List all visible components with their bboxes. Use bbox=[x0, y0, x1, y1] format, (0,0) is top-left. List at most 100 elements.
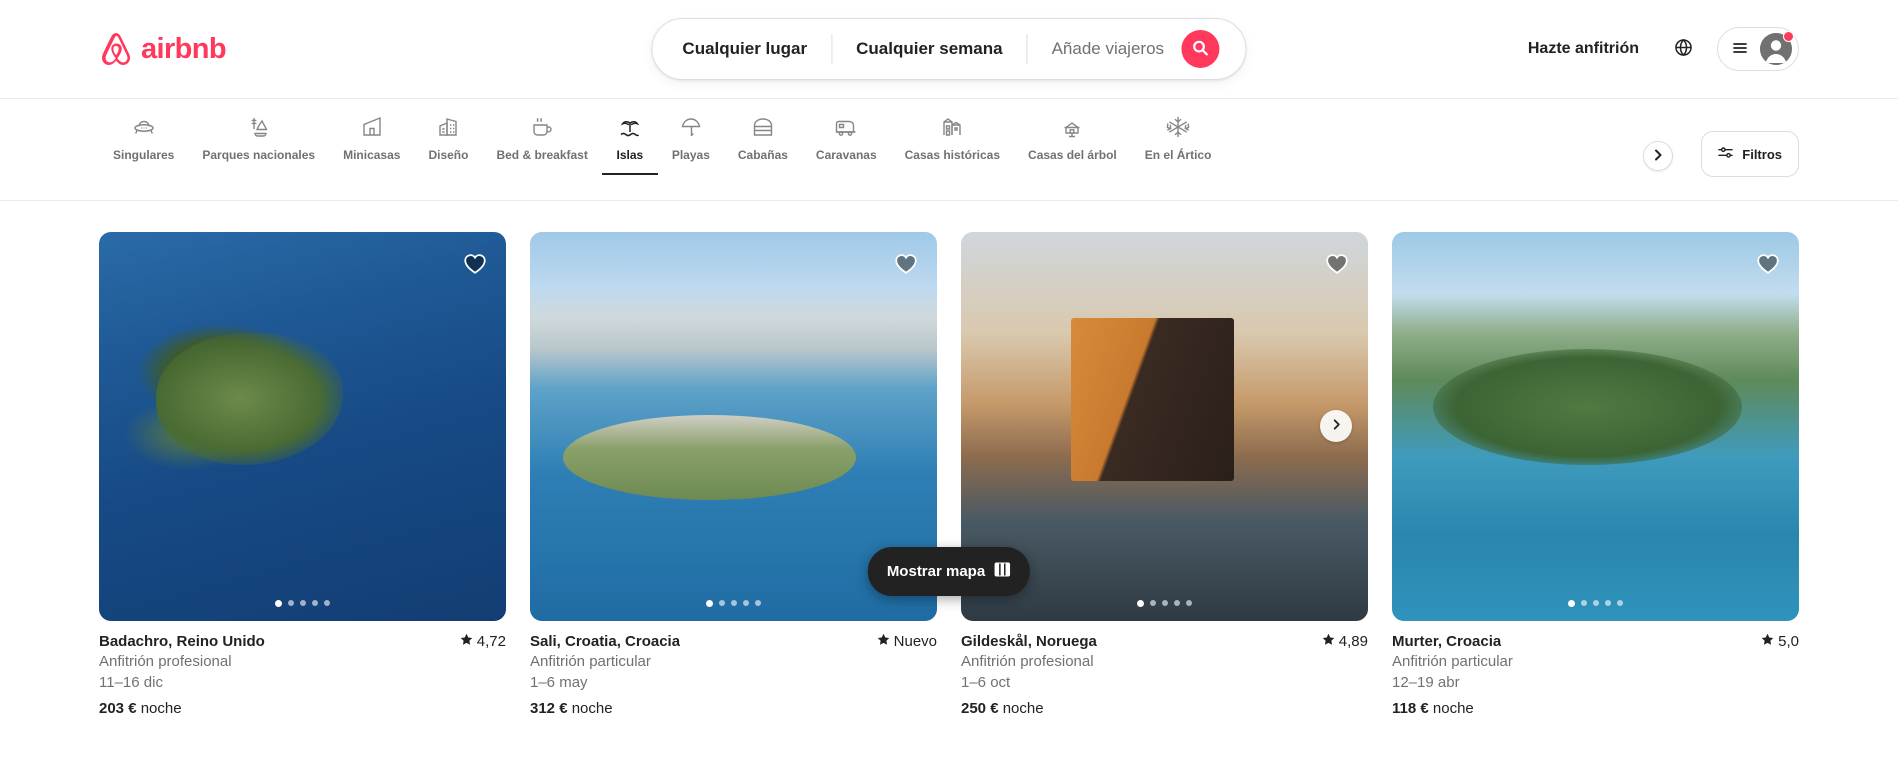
category-label: En el Ártico bbox=[1144, 148, 1212, 162]
search-guests-segment[interactable] bbox=[1028, 19, 1238, 79]
globe-icon bbox=[1674, 38, 1692, 59]
snowflake-icon bbox=[1166, 115, 1190, 139]
listing-dates: 1–6 may bbox=[530, 673, 588, 691]
carousel-dot[interactable] bbox=[1605, 599, 1611, 606]
listing-rating-value: 5,0 bbox=[1778, 632, 1799, 650]
listing-card[interactable]: Gildeskål, Noruega 4,89 Anfitrión profes… bbox=[961, 232, 1368, 717]
carousel-dot[interactable] bbox=[743, 599, 749, 606]
listing-photo bbox=[99, 232, 506, 621]
listing-rating: 5,0 bbox=[1761, 633, 1799, 650]
category-en-el-artico[interactable]: En el Ártico bbox=[1131, 109, 1226, 175]
carousel-dot[interactable] bbox=[288, 599, 294, 606]
search-dates-segment[interactable]: Cualquier semana bbox=[832, 19, 1026, 79]
listing-rating: Nuevo bbox=[877, 633, 937, 650]
listing-title: Sali, Croatia, Croacia bbox=[530, 632, 681, 650]
category-bed-breakfast[interactable]: Bed & breakfast bbox=[482, 109, 601, 175]
listing-card[interactable]: Murter, Croacia 5,0 Anfitrión particular… bbox=[1392, 232, 1799, 717]
listing-photo-carousel[interactable] bbox=[99, 232, 506, 621]
category-caravanas[interactable]: Caravanas bbox=[802, 109, 891, 175]
favorite-heart-icon[interactable] bbox=[460, 248, 490, 278]
listing-rating-value: Nuevo bbox=[893, 632, 937, 650]
category-scroller[interactable]: Singulares Parques nacionales Minicasas bbox=[99, 99, 1799, 175]
notification-dot bbox=[1783, 31, 1794, 42]
chevron-right-icon bbox=[1652, 149, 1664, 164]
star-icon bbox=[1761, 633, 1774, 650]
favorite-heart-icon[interactable] bbox=[1322, 248, 1352, 278]
listing-photo bbox=[1392, 232, 1799, 621]
ufo-icon bbox=[132, 115, 156, 139]
search-location-segment[interactable]: Cualquier lugar bbox=[652, 19, 831, 79]
filters-button[interactable]: Filtros bbox=[1701, 131, 1799, 177]
show-map-button[interactable]: Mostrar mapa bbox=[867, 547, 1031, 596]
become-host-link[interactable]: Hazte anfitrión bbox=[1512, 28, 1655, 70]
listing-rating-value: 4,72 bbox=[476, 632, 506, 650]
carousel-dot[interactable] bbox=[1581, 599, 1587, 606]
carousel-dot[interactable] bbox=[1150, 599, 1156, 606]
category-singulares[interactable]: Singulares bbox=[99, 109, 188, 175]
listing-price-amount: 250 € bbox=[961, 699, 999, 717]
category-diseno[interactable]: Diseño bbox=[414, 109, 482, 175]
category-next-button[interactable] bbox=[1643, 141, 1673, 171]
category-label: Caravanas bbox=[815, 148, 877, 162]
carousel-dots bbox=[1392, 599, 1799, 607]
category-parques-nacionales[interactable]: Parques nacionales bbox=[188, 109, 329, 175]
listing-rating: 4,72 bbox=[460, 633, 506, 650]
category-label: Diseño bbox=[428, 148, 469, 162]
favorite-heart-icon[interactable] bbox=[1753, 248, 1783, 278]
carousel-dot[interactable] bbox=[1617, 599, 1623, 606]
carousel-dots bbox=[530, 599, 937, 607]
carousel-dot[interactable] bbox=[1174, 599, 1180, 606]
listing-host-type: Anfitrión particular bbox=[530, 652, 651, 670]
category-label: Minicasas bbox=[343, 148, 401, 162]
favorite-heart-icon[interactable] bbox=[891, 248, 921, 278]
search-submit-button[interactable] bbox=[1181, 30, 1220, 68]
carousel-dot[interactable] bbox=[719, 599, 725, 606]
camper-van-icon bbox=[834, 115, 858, 139]
listing-host-type: Anfitrión particular bbox=[1392, 652, 1513, 670]
category-cabanas[interactable]: Cabañas bbox=[724, 109, 802, 175]
profile-menu-button[interactable] bbox=[1717, 27, 1799, 71]
header-right-actions: Hazte anfitrión bbox=[1512, 27, 1799, 71]
carousel-dot[interactable] bbox=[755, 599, 761, 606]
search-bar[interactable]: Cualquier lugar Cualquier semana bbox=[651, 18, 1247, 80]
category-islas[interactable]: Islas bbox=[601, 109, 658, 175]
category-casas-del-arbol[interactable]: Casas del árbol bbox=[1014, 109, 1131, 175]
listing-photo-carousel[interactable] bbox=[1392, 232, 1799, 621]
carousel-dot[interactable] bbox=[1568, 599, 1575, 607]
show-map-label: Mostrar mapa bbox=[886, 563, 986, 580]
listing-card[interactable]: Badachro, Reino Unido 4,72 Anfitrión pro… bbox=[99, 232, 506, 717]
carousel-dot[interactable] bbox=[300, 599, 306, 606]
carousel-dots bbox=[961, 599, 1368, 607]
carousel-dot[interactable] bbox=[275, 599, 282, 607]
carousel-dot[interactable] bbox=[324, 599, 330, 606]
category-minicasas[interactable]: Minicasas bbox=[329, 109, 414, 175]
language-globe-button[interactable] bbox=[1661, 27, 1705, 71]
island-palm-icon bbox=[618, 115, 642, 139]
listing-price: 250 € noche bbox=[961, 700, 1368, 717]
listing-info: Badachro, Reino Unido 4,72 Anfitrión pro… bbox=[99, 621, 506, 717]
carousel-dot[interactable] bbox=[1137, 599, 1144, 607]
category-casas-historicas[interactable]: Casas históricas bbox=[891, 109, 1014, 175]
airbnb-wordmark: airbnb bbox=[141, 32, 227, 65]
carousel-dot[interactable] bbox=[1593, 599, 1599, 606]
listing-host-type: Anfitrión profesional bbox=[961, 652, 1094, 670]
avatar bbox=[1760, 31, 1794, 65]
carousel-dot[interactable] bbox=[706, 599, 713, 607]
listing-card[interactable]: Sali, Croatia, Croacia Nuevo Anfitrión p… bbox=[530, 232, 937, 717]
carousel-dot[interactable] bbox=[1162, 599, 1168, 606]
search-guests-input[interactable] bbox=[1051, 39, 1182, 59]
carousel-dot[interactable] bbox=[1186, 599, 1192, 606]
category-nav-bar: Singulares Parques nacionales Minicasas bbox=[0, 99, 1898, 201]
listing-price: 312 € noche bbox=[530, 700, 937, 717]
carousel-dot[interactable] bbox=[731, 599, 737, 606]
listing-dates: 1–6 oct bbox=[961, 673, 1011, 691]
category-playas[interactable]: Playas bbox=[658, 109, 724, 175]
carousel-dot[interactable] bbox=[312, 599, 318, 606]
map-icon bbox=[994, 561, 1011, 582]
cabin-icon bbox=[751, 115, 775, 139]
carousel-next-button[interactable] bbox=[1320, 410, 1352, 443]
listing-title-row: Badachro, Reino Unido 4,72 bbox=[99, 633, 506, 650]
airbnb-logo[interactable]: airbnb bbox=[99, 32, 227, 66]
national-park-icon bbox=[247, 115, 271, 139]
listing-info: Murter, Croacia 5,0 Anfitrión particular… bbox=[1392, 621, 1799, 717]
